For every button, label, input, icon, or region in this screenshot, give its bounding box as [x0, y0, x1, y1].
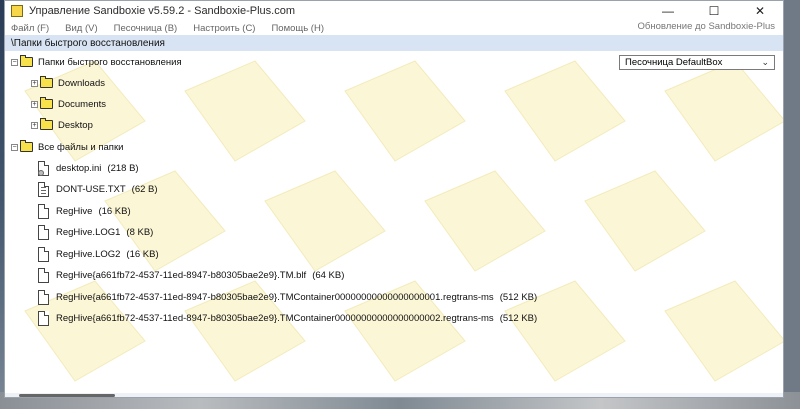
file-row[interactable]: RegHive.LOG2 (16 KB): [38, 246, 159, 262]
file-row[interactable]: RegHive{a661fb72-4537-11ed-8947-b80305ba…: [38, 310, 537, 326]
expand-icon[interactable]: +: [31, 100, 38, 108]
folder-icon: [40, 97, 53, 109]
current-path: \Папки быстрого восстановления: [11, 37, 165, 49]
status-bar: [5, 393, 783, 397]
maximize-button[interactable]: ☐: [691, 1, 737, 21]
settings-file-icon: [38, 160, 49, 176]
sandboxie-watermark: [24, 60, 783, 382]
file-icon: [38, 267, 49, 283]
file-name: desktop.ini: [56, 162, 102, 174]
folder-icon: [20, 140, 33, 152]
file-size: (64 KB): [312, 269, 345, 281]
file-row[interactable]: RegHive.LOG1 (8 KB): [38, 224, 153, 240]
file-name: RegHive.LOG2: [56, 248, 121, 260]
file-size: (16 KB): [98, 205, 131, 217]
title-bar: Управление Sandboxie v5.59.2 - Sandboxie…: [5, 1, 783, 21]
collapse-icon[interactable]: −: [11, 143, 18, 151]
window-controls: — ☐ ✕: [645, 1, 783, 21]
file-icon: [38, 289, 49, 305]
file-row[interactable]: DONT-USE.TXT (62 B): [38, 181, 158, 197]
sandbox-select-value: Песочница DefaultBox: [625, 57, 723, 68]
file-name: RegHive{a661fb72-4537-11ed-8947-b80305ba…: [56, 269, 307, 281]
sandboxie-window: Управление Sandboxie v5.59.2 - Sandboxie…: [4, 0, 784, 398]
sandbox-select[interactable]: Песочница DefaultBox ⌄: [619, 55, 775, 70]
expand-icon[interactable]: +: [31, 121, 38, 129]
tree-node-all-files[interactable]: − Все файлы и папки: [11, 139, 123, 155]
collapse-icon[interactable]: −: [11, 58, 18, 66]
horizontal-scrollbar[interactable]: [19, 394, 115, 397]
expand-icon[interactable]: +: [31, 79, 38, 87]
tree-node-label: Папки быстрого восстановления: [38, 56, 182, 68]
file-row[interactable]: RegHive (16 KB): [38, 203, 131, 219]
folder-icon: [40, 118, 53, 130]
file-name: RegHive: [56, 205, 93, 217]
file-size: (512 KB): [499, 312, 538, 324]
menu-configure[interactable]: Настроить (C): [193, 23, 255, 34]
file-size: (512 KB): [499, 291, 538, 303]
file-name: RegHive{a661fb72-4537-11ed-8947-b80305ba…: [56, 291, 494, 303]
file-name: DONT-USE.TXT: [56, 183, 126, 195]
sandboxie-app-icon: [11, 5, 23, 17]
file-size: (16 KB): [126, 248, 159, 260]
text-file-icon: [38, 181, 49, 197]
tree-node-label: Documents: [58, 98, 107, 110]
folder-icon: [40, 76, 53, 88]
menu-file[interactable]: Файл (F): [11, 23, 49, 34]
path-bar: \Папки быстрого восстановления: [5, 35, 783, 51]
file-icon: [38, 310, 49, 326]
file-size: (8 KB): [126, 226, 154, 238]
file-icon: [38, 246, 49, 262]
upgrade-link[interactable]: Обновление до Sandboxie-Plus: [638, 21, 776, 32]
file-tree-panel: − Папки быстрого восстановления + Downlo…: [5, 51, 783, 393]
tree-node-downloads[interactable]: + Downloads: [31, 75, 105, 91]
menu-view[interactable]: Вид (V): [65, 23, 98, 34]
tree-node-quick-recovery[interactable]: − Папки быстрого восстановления: [11, 54, 182, 70]
tree-node-label: Desktop: [58, 119, 93, 131]
file-name: RegHive{a661fb72-4537-11ed-8947-b80305ba…: [56, 312, 494, 324]
tree-node-label: Все файлы и папки: [38, 141, 124, 153]
tree-node-desktop[interactable]: + Desktop: [31, 117, 93, 133]
chevron-down-icon: ⌄: [761, 57, 769, 67]
menu-help[interactable]: Помощь (H): [271, 23, 324, 34]
window-title: Управление Sandboxie v5.59.2 - Sandboxie…: [29, 5, 295, 17]
file-row[interactable]: desktop.ini (218 B): [38, 160, 139, 176]
file-name: RegHive.LOG1: [56, 226, 121, 238]
menu-bar: Файл (F) Вид (V) Песочница (B) Настроить…: [5, 21, 783, 35]
file-size: (218 B): [107, 162, 139, 174]
tree-node-label: Downloads: [58, 77, 105, 89]
minimize-button[interactable]: —: [645, 1, 691, 21]
close-button[interactable]: ✕: [737, 1, 783, 21]
folder-icon: [20, 55, 33, 67]
file-icon: [38, 203, 49, 219]
menu-sandbox[interactable]: Песочница (B): [114, 23, 178, 34]
file-row[interactable]: RegHive{a661fb72-4537-11ed-8947-b80305ba…: [38, 289, 537, 305]
file-icon: [38, 224, 49, 240]
file-row[interactable]: RegHive{a661fb72-4537-11ed-8947-b80305ba…: [38, 267, 344, 283]
tree-node-documents[interactable]: + Documents: [31, 96, 106, 112]
file-size: (62 B): [131, 183, 158, 195]
